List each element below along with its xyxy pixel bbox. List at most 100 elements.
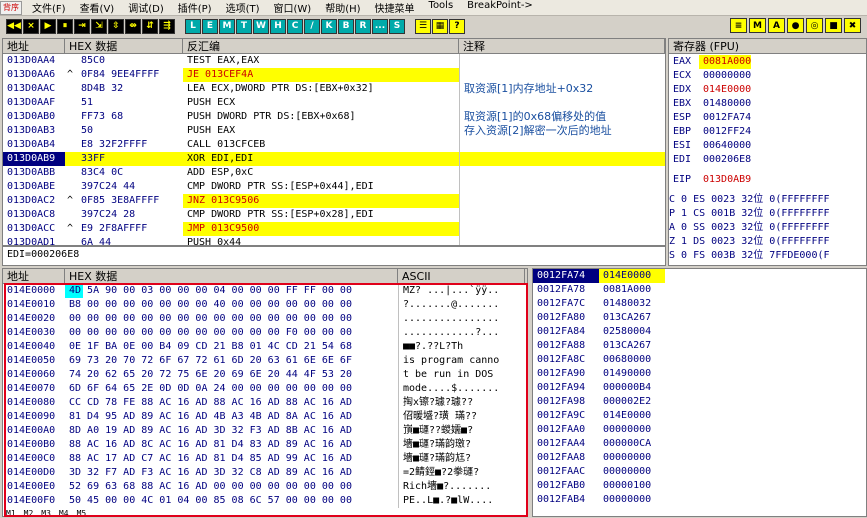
col-header-hex[interactable]: HEX 数据 xyxy=(65,39,183,53)
stack-row[interactable]: 0012FAA0 00000000 xyxy=(533,423,866,437)
dump-row[interactable]: 014E00C0 88 AC 17 AD C7 AC 16 AD 81 D4 85… xyxy=(3,452,527,466)
toolbar-plugin-icon[interactable]: A xyxy=(768,18,785,33)
register-row[interactable]: ESP 0012FA74 xyxy=(669,111,866,125)
toolbar-plugin-icon[interactable]: ◎ xyxy=(806,18,823,33)
disasm-row[interactable]: 013D0AC8 397C24 28 CMP DWORD PTR SS:[ESP+0… xyxy=(3,208,665,222)
dump-row[interactable]: 014E0010 B8 00 00 00 00 00 00 00 40 00 00… xyxy=(3,298,527,312)
disasm-row[interactable]: 013D0AD1 6A 44 PUSH 0x44 xyxy=(3,236,665,245)
stack-row[interactable]: 0012FA98 000002E2 xyxy=(533,395,866,409)
memory-tab[interactable]: M2 xyxy=(24,509,34,518)
menu-item[interactable]: 调试(D) xyxy=(121,0,171,15)
disasm-row[interactable]: 013D0AB3 50 PUSH EAX 存入资源[2]解密一次后的地址 xyxy=(3,124,665,138)
toolbar-extra-button[interactable]: ☰ xyxy=(415,18,431,34)
toolbar-window-button[interactable]: B xyxy=(338,18,354,34)
dump-header-ascii[interactable]: ASCII xyxy=(398,269,525,283)
menu-item[interactable]: 插件(P) xyxy=(171,0,219,15)
memory-tab[interactable]: M1 xyxy=(6,509,16,518)
menu-item[interactable]: Tools xyxy=(422,0,461,15)
register-value[interactable]: 014E0000 xyxy=(699,83,751,97)
disasm-row[interactable]: 013D0AAC 8D4B 32 LEA ECX,DWORD PTR DS:[EBX… xyxy=(3,82,665,96)
stack-row[interactable]: 0012FA74 014E0000 xyxy=(533,269,866,283)
toolbar-window-button[interactable]: E xyxy=(202,18,218,34)
reg-value-eip[interactable]: 013D0AB9 xyxy=(699,173,751,187)
toolbar-button-icon[interactable]: ▶ xyxy=(40,18,56,34)
toolbar-plugin-icon[interactable]: M xyxy=(749,18,766,33)
toolbar-plugin-icon[interactable]: ✖ xyxy=(844,18,861,33)
flag-segment-row[interactable]: S 0 FS 003B 32位 7FFDE000(F xyxy=(669,249,866,263)
toolbar-window-button[interactable]: ... xyxy=(372,18,388,34)
memory-tab[interactable]: M5 xyxy=(77,509,87,518)
flag-segment-row[interactable]: Z 1 DS 0023 32位 0(FFFFFFFF xyxy=(669,235,866,249)
dump-row[interactable]: 014E0080 CC CD 78 FE 88 AC 16 AD 88 AC 16… xyxy=(3,396,527,410)
toolbar-plugin-icon[interactable]: ≡ xyxy=(730,18,747,33)
disasm-row[interactable]: 013D0AA6 ^ 0F84 9EE4FFFF JE 013CEF4A xyxy=(3,68,665,82)
toolbar-window-button[interactable]: C xyxy=(287,18,303,34)
register-value[interactable]: 00000000 xyxy=(699,69,751,83)
register-value[interactable]: 000206E8 xyxy=(699,153,751,167)
register-row[interactable]: EBP 0012FF24 xyxy=(669,125,866,139)
toolbar-window-button[interactable]: / xyxy=(304,18,320,34)
register-value[interactable]: 0081A000 xyxy=(699,55,752,69)
register-value[interactable]: 00640000 xyxy=(699,139,751,153)
disasm-row[interactable]: 013D0AC2 ^ 0F85 3E8AFFFF JNZ 013C9506 xyxy=(3,194,665,208)
toolbar-button-icon[interactable]: ⇵ xyxy=(142,18,158,34)
stack-row[interactable]: 0012FA80 013CA267 xyxy=(533,311,866,325)
register-value[interactable]: 0012FA74 xyxy=(699,111,751,125)
col-header-address[interactable]: 地址 xyxy=(3,39,65,53)
flag-segment-row[interactable]: C 0 ES 0023 32位 0(FFFFFFFF xyxy=(669,193,866,207)
disasm-row[interactable]: 013D0AB4 E8 32F2FFFF CALL 013CFCEB xyxy=(3,138,665,152)
toolbar-button-icon[interactable]: ⇶ xyxy=(159,18,175,34)
menu-item[interactable]: BreakPoint-> xyxy=(460,0,540,15)
disasm-row[interactable]: 013D0AA4 85C0 TEST EAX,EAX xyxy=(3,54,665,68)
register-row[interactable]: EAX 0081A000 xyxy=(669,55,866,69)
toolbar-window-button[interactable]: W xyxy=(253,18,269,34)
stack-row[interactable]: 0012FAAC 00000000 xyxy=(533,465,866,479)
dump-row[interactable]: 014E0070 6D 6F 64 65 2E 0D 0D 0A 24 00 00… xyxy=(3,382,527,396)
stack-row[interactable]: 0012FA78 0081A000 xyxy=(533,283,866,297)
dump-row[interactable]: 014E00A0 8D A0 19 AD 89 AC 16 AD 3D 32 F3… xyxy=(3,424,527,438)
stack-row[interactable]: 0012FA7C 01480032 xyxy=(533,297,866,311)
menu-item[interactable]: 文件(F) xyxy=(25,0,73,15)
dump-row[interactable]: 014E0060 74 20 62 65 20 72 75 6E 20 69 6E… xyxy=(3,368,527,382)
stack-row[interactable]: 0012FA88 013CA267 xyxy=(533,339,866,353)
col-header-disasm[interactable]: 反汇编 xyxy=(183,39,459,53)
register-row[interactable]: EDX 014E0000 xyxy=(669,83,866,97)
flag-segment-row[interactable]: P 1 CS 001B 32位 0(FFFFFFFF xyxy=(669,207,866,221)
stack-row[interactable]: 0012FAB0 00000100 xyxy=(533,479,866,493)
toolbar-plugin-icon[interactable]: ■ xyxy=(825,18,842,33)
stack-row[interactable]: 0012FA84 02580004 xyxy=(533,325,866,339)
stack-row[interactable]: 0012FA9C 014E0000 xyxy=(533,409,866,423)
toolbar-button-icon[interactable]: ⇥ xyxy=(74,18,90,34)
disasm-row[interactable]: 013D0ACC ^ E9 2F8AFFFF JMP 013C9500 xyxy=(3,222,665,236)
toolbar-window-button[interactable]: R xyxy=(355,18,371,34)
menu-item[interactable]: 选项(T) xyxy=(219,0,267,15)
disasm-row[interactable]: 013D0ABE 397C24 44 CMP DWORD PTR SS:[ESP+0… xyxy=(3,180,665,194)
toolbar-window-button[interactable]: L xyxy=(185,18,201,34)
stack-row[interactable]: 0012FAA4 000000CA xyxy=(533,437,866,451)
register-value[interactable]: 01480000 xyxy=(699,97,751,111)
disasm-row[interactable]: 013D0ABB 83C4 0C ADD ESP,0xC xyxy=(3,166,665,180)
toolbar-window-button[interactable]: S xyxy=(389,18,405,34)
toolbar-button-icon[interactable]: ◀◀ xyxy=(6,18,22,34)
toolbar-button-icon[interactable]: ⇴ xyxy=(125,18,141,34)
dump-row[interactable]: 014E0090 81 D4 95 AD 89 AC 16 AD 4B A3 4B… xyxy=(3,410,527,424)
dump-row[interactable]: 014E00D0 3D 32 F7 AD F3 AC 16 AD 3D 32 C8… xyxy=(3,466,527,480)
dump-row[interactable]: 014E0050 69 73 20 70 72 6F 67 72 61 6D 20… xyxy=(3,354,527,368)
register-row[interactable]: ECX 00000000 xyxy=(669,69,866,83)
toolbar-button-icon[interactable]: ⏸ xyxy=(57,18,73,34)
stack-row[interactable]: 0012FA90 01490000 xyxy=(533,367,866,381)
disasm-row[interactable]: 013D0AB0 FF73 68 PUSH DWORD PTR DS:[EBX+0x… xyxy=(3,110,665,124)
register-row[interactable]: EBX 01480000 xyxy=(669,97,866,111)
toolbar-plugin-icon[interactable]: ● xyxy=(787,18,804,33)
stack-row[interactable]: 0012FAB4 00000000 xyxy=(533,493,866,507)
toolbar-extra-button[interactable]: ▦ xyxy=(432,18,448,34)
register-row[interactable]: ESI 00640000 xyxy=(669,139,866,153)
stack-row[interactable]: 0012FA8C 00680000 xyxy=(533,353,866,367)
register-row[interactable]: EDI 000206E8 xyxy=(669,153,866,167)
toolbar-button-icon[interactable]: ⇲ xyxy=(91,18,107,34)
toolbar-window-button[interactable]: H xyxy=(270,18,286,34)
dump-row[interactable]: 014E0040 0E 1F BA 0E 00 B4 09 CD 21 B8 01… xyxy=(3,340,527,354)
menu-item[interactable]: 查看(V) xyxy=(73,0,122,15)
memory-tab[interactable]: M3 xyxy=(41,509,51,518)
dump-row[interactable]: 014E0020 00 00 00 00 00 00 00 00 00 00 00… xyxy=(3,312,527,326)
